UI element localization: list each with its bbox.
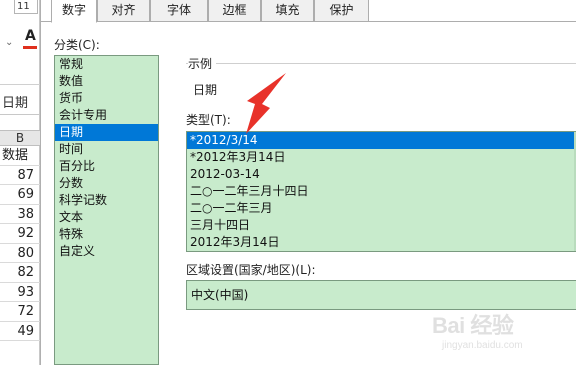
sample-title: 示例: [188, 55, 217, 72]
cell[interactable]: 87: [0, 166, 40, 185]
type-item-selected[interactable]: *2012/3/14: [187, 132, 576, 149]
category-item[interactable]: 常规: [55, 56, 158, 73]
excel-sheet-background: 11 ⌄ A 日期 B 数据 87 69 38 92 80 82 93 72 4…: [0, 0, 40, 365]
font-size-box[interactable]: 11: [14, 0, 38, 14]
cell[interactable]: 82: [0, 263, 40, 283]
category-item[interactable]: 文本: [55, 209, 158, 226]
category-item[interactable]: 百分比: [55, 158, 158, 175]
column-header-b[interactable]: B: [0, 130, 40, 146]
type-item[interactable]: 二○一二年三月十四日: [187, 183, 576, 200]
sample-group: [186, 63, 576, 108]
tab-border[interactable]: 边框: [208, 0, 261, 22]
tab-alignment[interactable]: 对齐: [97, 0, 150, 22]
cell[interactable]: 38: [0, 205, 40, 224]
type-label: 类型(T):: [186, 113, 231, 127]
tab-strip: 数字 对齐 字体 边框 填充 保护: [41, 0, 576, 23]
watermark-sub-text: jingyan.baidu.com: [442, 340, 523, 351]
type-list[interactable]: *2012/3/14 *2012年3月14日 2012-03-14 二○一二年三…: [186, 131, 576, 252]
type-item[interactable]: *2012年3月14日: [187, 149, 576, 166]
cell[interactable]: 数据: [0, 146, 40, 166]
category-item[interactable]: 时间: [55, 141, 158, 158]
name-box[interactable]: 日期: [0, 93, 40, 115]
font-color-swatch: [23, 46, 37, 49]
category-label: 分类(C):: [54, 38, 100, 52]
type-item[interactable]: 三月十四日: [187, 217, 576, 234]
sample-value: 日期: [193, 83, 218, 97]
locale-select[interactable]: 中文(中国): [186, 280, 576, 310]
category-list[interactable]: 常规 数值 货币 会计专用 日期 时间 百分比 分数 科学记数 文本 特殊 自定…: [54, 55, 159, 365]
baidu-watermark-logo: Bai 经验 jingyan.baidu.com: [432, 308, 574, 358]
screenshot-stage: 11 ⌄ A 日期 B 数据 87 69 38 92 80 82 93 72 4…: [0, 0, 576, 365]
category-item[interactable]: 科学记数: [55, 192, 158, 209]
watermark-main-text: Bai 经验: [432, 313, 514, 338]
category-item[interactable]: 会计专用: [55, 107, 158, 124]
cell[interactable]: 69: [0, 185, 40, 205]
font-color-icon[interactable]: A: [25, 28, 36, 44]
category-item[interactable]: 自定义: [55, 243, 158, 260]
tab-number[interactable]: 数字: [51, 0, 97, 23]
tab-font[interactable]: 字体: [150, 0, 208, 22]
type-item[interactable]: 2012-03-14: [187, 166, 576, 183]
category-item[interactable]: 货币: [55, 90, 158, 107]
type-item[interactable]: 二○一二年三月: [187, 200, 576, 217]
tab-fill[interactable]: 填充: [261, 0, 314, 22]
category-item[interactable]: 数值: [55, 73, 158, 90]
tab-protection[interactable]: 保护: [314, 0, 369, 22]
column-cells: 数据 87 69 38 92 80 82 93 72 49: [0, 146, 40, 341]
category-item[interactable]: 分数: [55, 175, 158, 192]
category-item-selected[interactable]: 日期: [55, 124, 158, 141]
type-item[interactable]: 2012年3月14日: [187, 234, 576, 251]
ribbon-divider: [0, 84, 40, 85]
category-item[interactable]: 特殊: [55, 226, 158, 243]
cell[interactable]: 93: [0, 283, 40, 302]
cell[interactable]: 72: [0, 302, 40, 322]
cell[interactable]: 92: [0, 224, 40, 244]
cell[interactable]: 80: [0, 244, 40, 263]
cell[interactable]: 49: [0, 322, 40, 341]
ribbon-dropdown-icon[interactable]: ⌄: [5, 37, 13, 48]
locale-label: 区域设置(国家/地区)(L):: [186, 263, 316, 277]
